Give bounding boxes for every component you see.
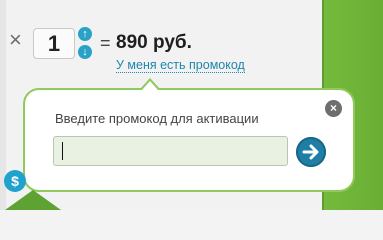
equals-sign: = [100,33,111,53]
arrow-down-icon[interactable]: ↓ [78,45,92,59]
submit-promo-button[interactable] [296,137,326,167]
text-caret [62,142,63,160]
promo-code-input[interactable] [53,136,288,166]
dollar-coin-icon: $ [4,170,26,192]
decorative-green-shape [5,190,61,210]
arrow-up-icon[interactable]: ↑ [78,27,92,41]
promo-prompt-label: Введите промокод для активации [55,111,259,126]
popup-pointer-fill [142,81,158,90]
promo-code-link[interactable]: У меня есть промокод [116,58,245,73]
multiply-sign: × [9,27,22,52]
arrow-right-icon [302,144,319,160]
price-total: 890 руб. [116,32,192,53]
quantity-input[interactable]: 1 [33,28,75,59]
close-icon[interactable]: × [325,100,342,117]
